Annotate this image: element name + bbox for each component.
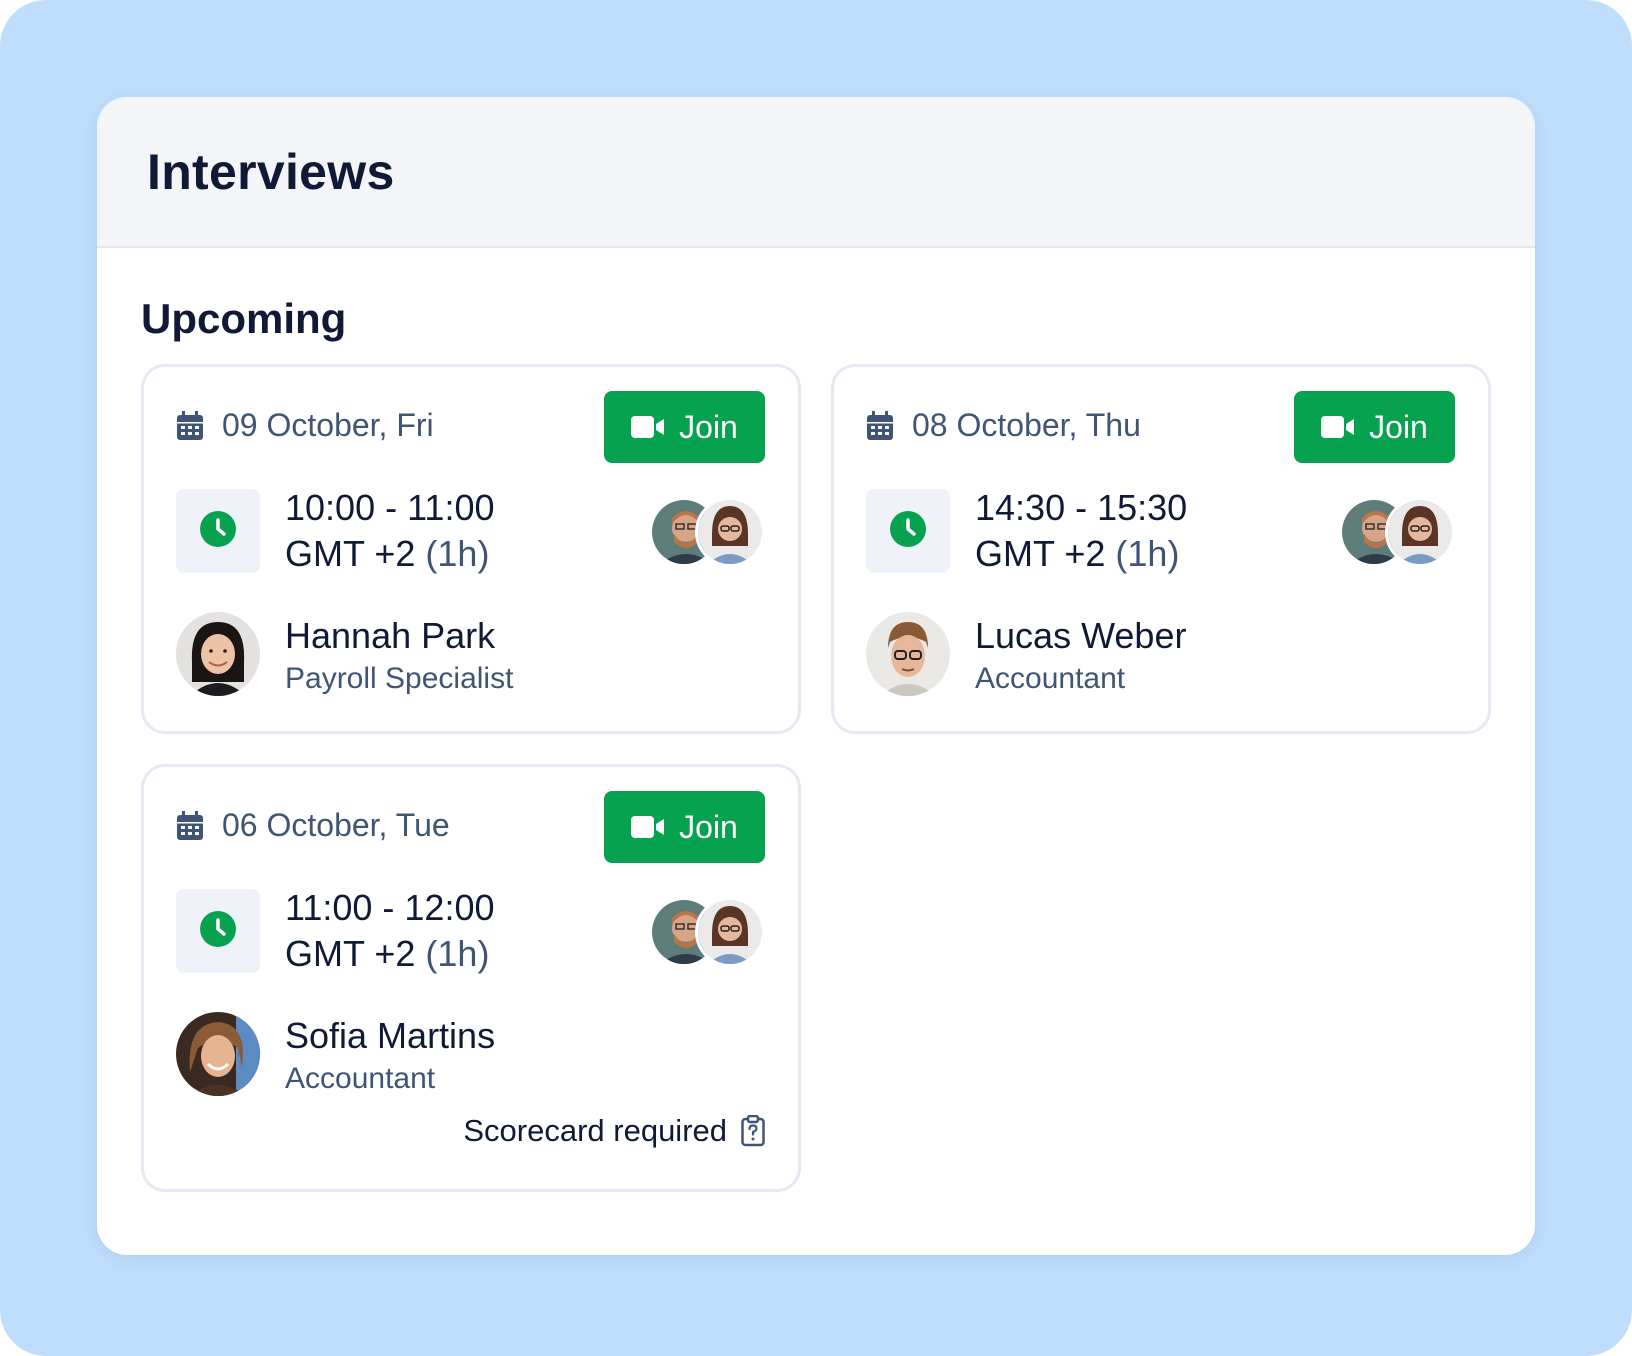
duration: (1h) [425,933,490,974]
interview-card[interactable]: 09 October, Fri Join 10:00 - 11:00 GMT +… [141,364,801,734]
clock-badge [176,489,260,573]
duration: (1h) [425,533,490,574]
scorecard-label: Scorecard required [463,1113,727,1148]
join-button[interactable]: Join [604,791,765,863]
candidate-name: Sofia Martins [285,1015,496,1056]
interview-card[interactable]: 08 October, Thu Join 14:30 - 15:30 GMT +… [831,364,1491,734]
join-button[interactable]: Join [604,391,765,463]
interview-time: 11:00 - 12:00 GMT +2 (1h) [285,885,495,977]
interview-date: 08 October, Thu [866,407,1141,444]
timezone: GMT +2 [975,533,1106,574]
candidate-name: Lucas Weber [975,615,1187,656]
clock-icon [889,510,927,553]
clock-icon [199,910,237,953]
candidate-role: Accountant [975,662,1126,695]
avatar [695,897,765,967]
time-range: 10:00 - 11:00 [285,487,495,528]
duration: (1h) [1115,533,1180,574]
interview-time: 14:30 - 15:30 GMT +2 (1h) [975,485,1187,577]
interview-date: 06 October, Tue [176,807,450,844]
clock-badge [866,489,950,573]
interview-date: 09 October, Fri [176,407,434,444]
interview-time: 10:00 - 11:00 GMT +2 (1h) [285,485,495,577]
calendar-icon [866,410,894,441]
join-button-label: Join [1369,408,1428,445]
clock-icon [199,510,237,553]
interviews-panel: Interviews Upcoming 09 October, Fri Join… [97,97,1535,1255]
candidate-role: Accountant [285,1062,436,1095]
timezone: GMT +2 [285,533,416,574]
video-camera-icon [1321,416,1355,438]
calendar-icon [176,410,204,441]
candidate-avatar [176,1012,260,1096]
candidate-avatar [866,612,950,696]
clipboard-question-icon [741,1115,765,1147]
date-label: 06 October, Tue [222,807,450,843]
join-button-label: Join [679,808,738,845]
page-title: Interviews [147,143,395,200]
avatar [1385,497,1455,567]
panel-header: Interviews [97,97,1535,248]
interviewer-avatars [649,897,765,967]
join-button[interactable]: Join [1294,391,1455,463]
time-range: 14:30 - 15:30 [975,487,1188,528]
candidate-role: Payroll Specialist [285,662,514,695]
date-label: 08 October, Thu [912,407,1141,443]
video-camera-icon [631,816,665,838]
interviewer-avatars [649,497,765,567]
candidate-name: Hannah Park [285,615,496,656]
interviewer-avatars [1339,497,1455,567]
section-title-upcoming: Upcoming [141,295,347,342]
scorecard-required-note[interactable]: Scorecard required [463,1113,765,1149]
clock-badge [176,889,260,973]
date-label: 09 October, Fri [222,407,434,443]
video-camera-icon [631,416,665,438]
calendar-icon [176,810,204,841]
interview-card[interactable]: 06 October, Tue Join 11:00 - 12:00 GMT +… [141,764,801,1192]
avatar [695,497,765,567]
join-button-label: Join [679,408,738,445]
timezone: GMT +2 [285,933,416,974]
candidate-avatar [176,612,260,696]
time-range: 11:00 - 12:00 [285,887,495,928]
